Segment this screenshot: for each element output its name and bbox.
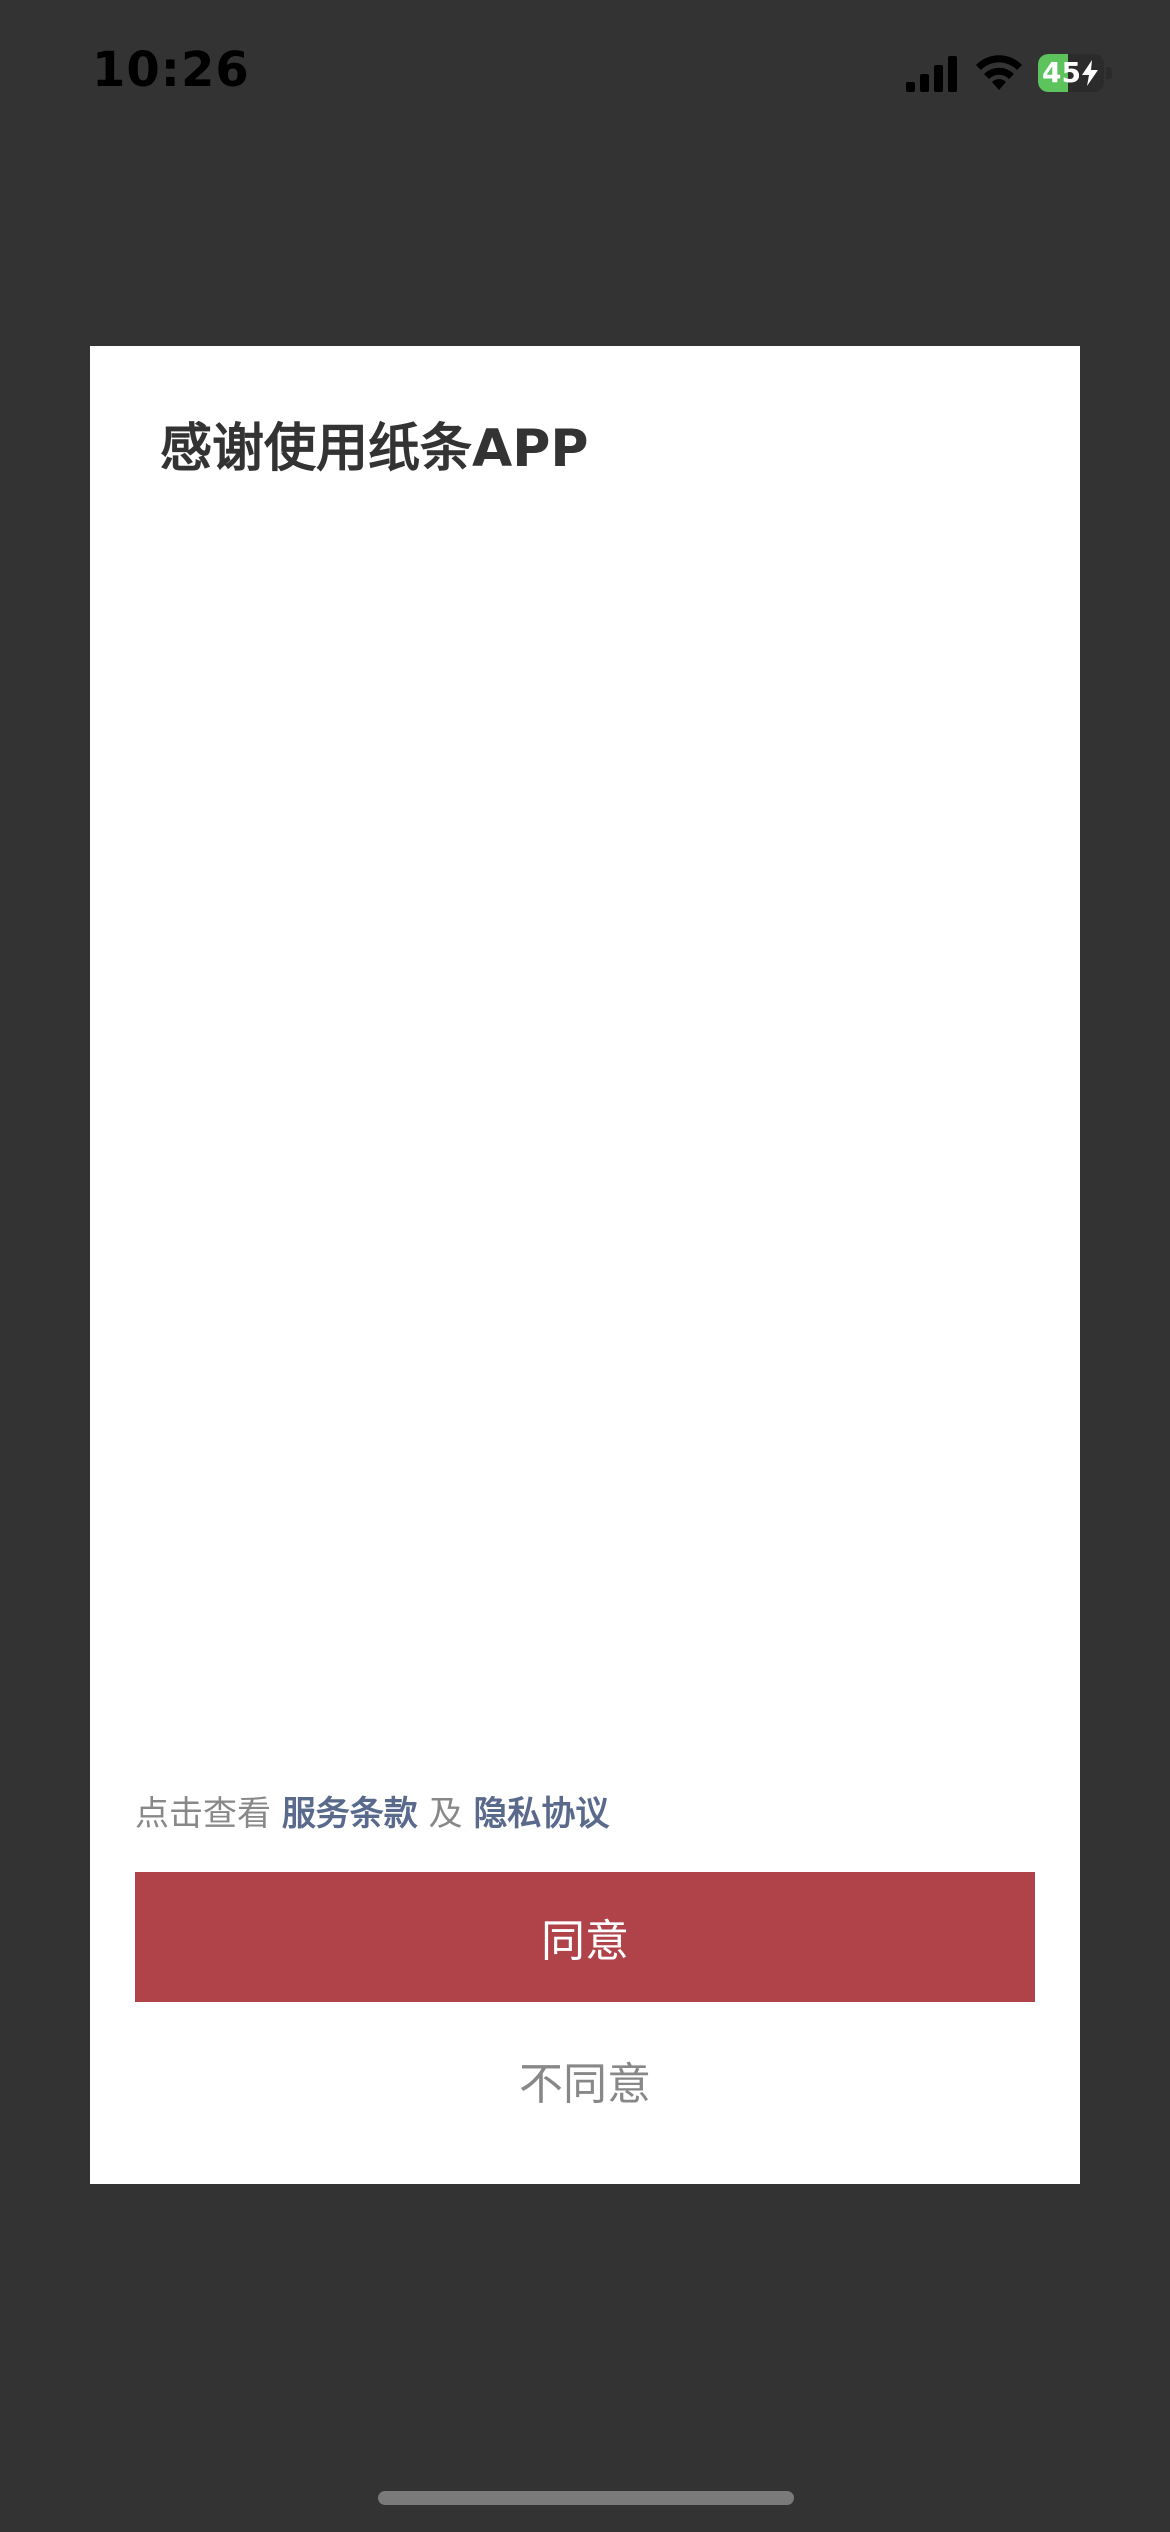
status-time: 10:26 <box>92 42 250 98</box>
dialog-content-area[interactable] <box>160 496 1010 1796</box>
battery-indicator: 45 <box>1038 54 1112 92</box>
cellular-signal-icon <box>906 56 957 92</box>
dialog-title: 感谢使用纸条APP <box>160 419 589 479</box>
service-terms-link[interactable]: 服务条款 <box>282 1794 418 1834</box>
terms-conjunction: 及 <box>428 1794 463 1834</box>
battery-body: 45 <box>1038 54 1104 92</box>
home-indicator[interactable] <box>378 2491 794 2505</box>
terms-line: 点击查看 服务条款 及 隐私协议 <box>135 1786 609 1835</box>
battery-cap <box>1106 67 1112 79</box>
privacy-dialog: 感谢使用纸条APP 点击查看 服务条款 及 隐私协议 同意 不同意 <box>90 346 1080 2184</box>
battery-level-text: 45 <box>1042 56 1081 89</box>
disagree-button[interactable]: 不同意 <box>135 2030 1035 2130</box>
terms-prefix: 点击查看 <box>135 1794 271 1834</box>
status-bar: 10:26 45 <box>0 0 1170 150</box>
bolt-icon <box>1082 60 1098 86</box>
agree-button[interactable]: 同意 <box>135 1872 1035 2002</box>
privacy-policy-link[interactable]: 隐私协议 <box>473 1794 609 1834</box>
wifi-icon <box>976 55 1022 90</box>
